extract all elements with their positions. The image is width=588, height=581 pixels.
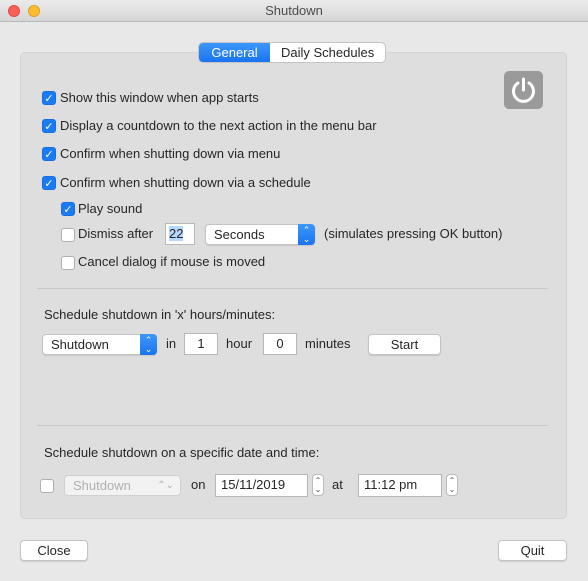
countdown-checkbox[interactable]: ✓	[42, 119, 56, 133]
countdown-label: Display a countdown to the next action i…	[60, 118, 377, 133]
play-sound-checkbox[interactable]: ✓	[61, 202, 75, 216]
dismiss-unit-value: Seconds	[214, 227, 265, 242]
time-field[interactable]: 11:12 pm	[358, 474, 442, 497]
play-sound-label: Play sound	[78, 201, 143, 216]
date-field[interactable]: 15/11/2019	[215, 474, 308, 497]
relative-action-popup[interactable]: Shutdown ⌃ ⌄	[42, 334, 157, 355]
updown-arrows-icon: ⌃⌄	[140, 334, 157, 355]
title-bar: Shutdown	[0, 0, 588, 22]
divider	[37, 425, 548, 426]
show-window-checkbox[interactable]: ✓	[42, 91, 56, 105]
close-window-button[interactable]	[8, 5, 20, 17]
tab-daily-schedules[interactable]: Daily Schedules	[270, 43, 385, 62]
minutes-label: minutes	[305, 336, 351, 351]
cancel-mouse-checkbox[interactable]	[61, 256, 75, 270]
dismiss-checkbox[interactable]	[61, 228, 75, 242]
updown-arrows-icon: ⌃⌄	[298, 224, 315, 245]
quit-button[interactable]: Quit	[498, 540, 567, 561]
power-icon	[512, 77, 535, 103]
time-stepper[interactable]: ⌃ ⌄	[446, 474, 458, 496]
minimize-window-button[interactable]	[28, 5, 40, 17]
date-stepper[interactable]: ⌃ ⌄	[312, 474, 324, 496]
on-label: on	[191, 477, 206, 492]
show-window-label: Show this window when app starts	[60, 90, 259, 105]
tab-general[interactable]: General	[199, 43, 270, 62]
divider	[37, 288, 548, 289]
start-button[interactable]: Start	[368, 334, 441, 355]
minutes-field[interactable]: 0	[263, 333, 297, 355]
close-button[interactable]: Close	[20, 540, 88, 561]
tab-bar: General Daily Schedules	[198, 42, 387, 63]
hours-field[interactable]: 1	[184, 333, 218, 355]
power-button[interactable]	[504, 71, 543, 109]
cancel-mouse-label: Cancel dialog if mouse is moved	[78, 254, 266, 269]
confirm-schedule-label: Confirm when shutting down via a schedul…	[60, 175, 311, 190]
hour-label: hour	[226, 336, 253, 351]
dismiss-label: Dismiss after	[78, 226, 154, 241]
specific-heading: Schedule shutdown on a specific date and…	[44, 445, 320, 460]
dismiss-unit-popup[interactable]: Seconds ⌃ ⌄	[205, 224, 315, 245]
relative-action-value: Shutdown	[51, 337, 109, 352]
relative-heading: Schedule shutdown in 'x' hours/minutes:	[44, 307, 276, 322]
updown-arrows-icon: ⌃⌄	[157, 480, 174, 491]
dismiss-note: (simulates pressing OK button)	[324, 226, 503, 241]
at-label: at	[332, 477, 343, 492]
specific-action-value: Shutdown	[73, 478, 131, 493]
specific-action-popup[interactable]: Shutdown ⌃⌄	[64, 475, 181, 496]
confirm-menu-label: Confirm when shutting down via menu	[60, 146, 281, 161]
confirm-menu-checkbox[interactable]: ✓	[42, 147, 56, 161]
in-label: in	[166, 336, 177, 351]
window-title: Shutdown	[265, 3, 323, 18]
confirm-schedule-checkbox[interactable]: ✓	[42, 176, 56, 190]
dismiss-value: 22	[169, 226, 184, 241]
specific-enable-checkbox[interactable]	[40, 479, 54, 493]
dismiss-value-field[interactable]: 22	[165, 223, 195, 245]
